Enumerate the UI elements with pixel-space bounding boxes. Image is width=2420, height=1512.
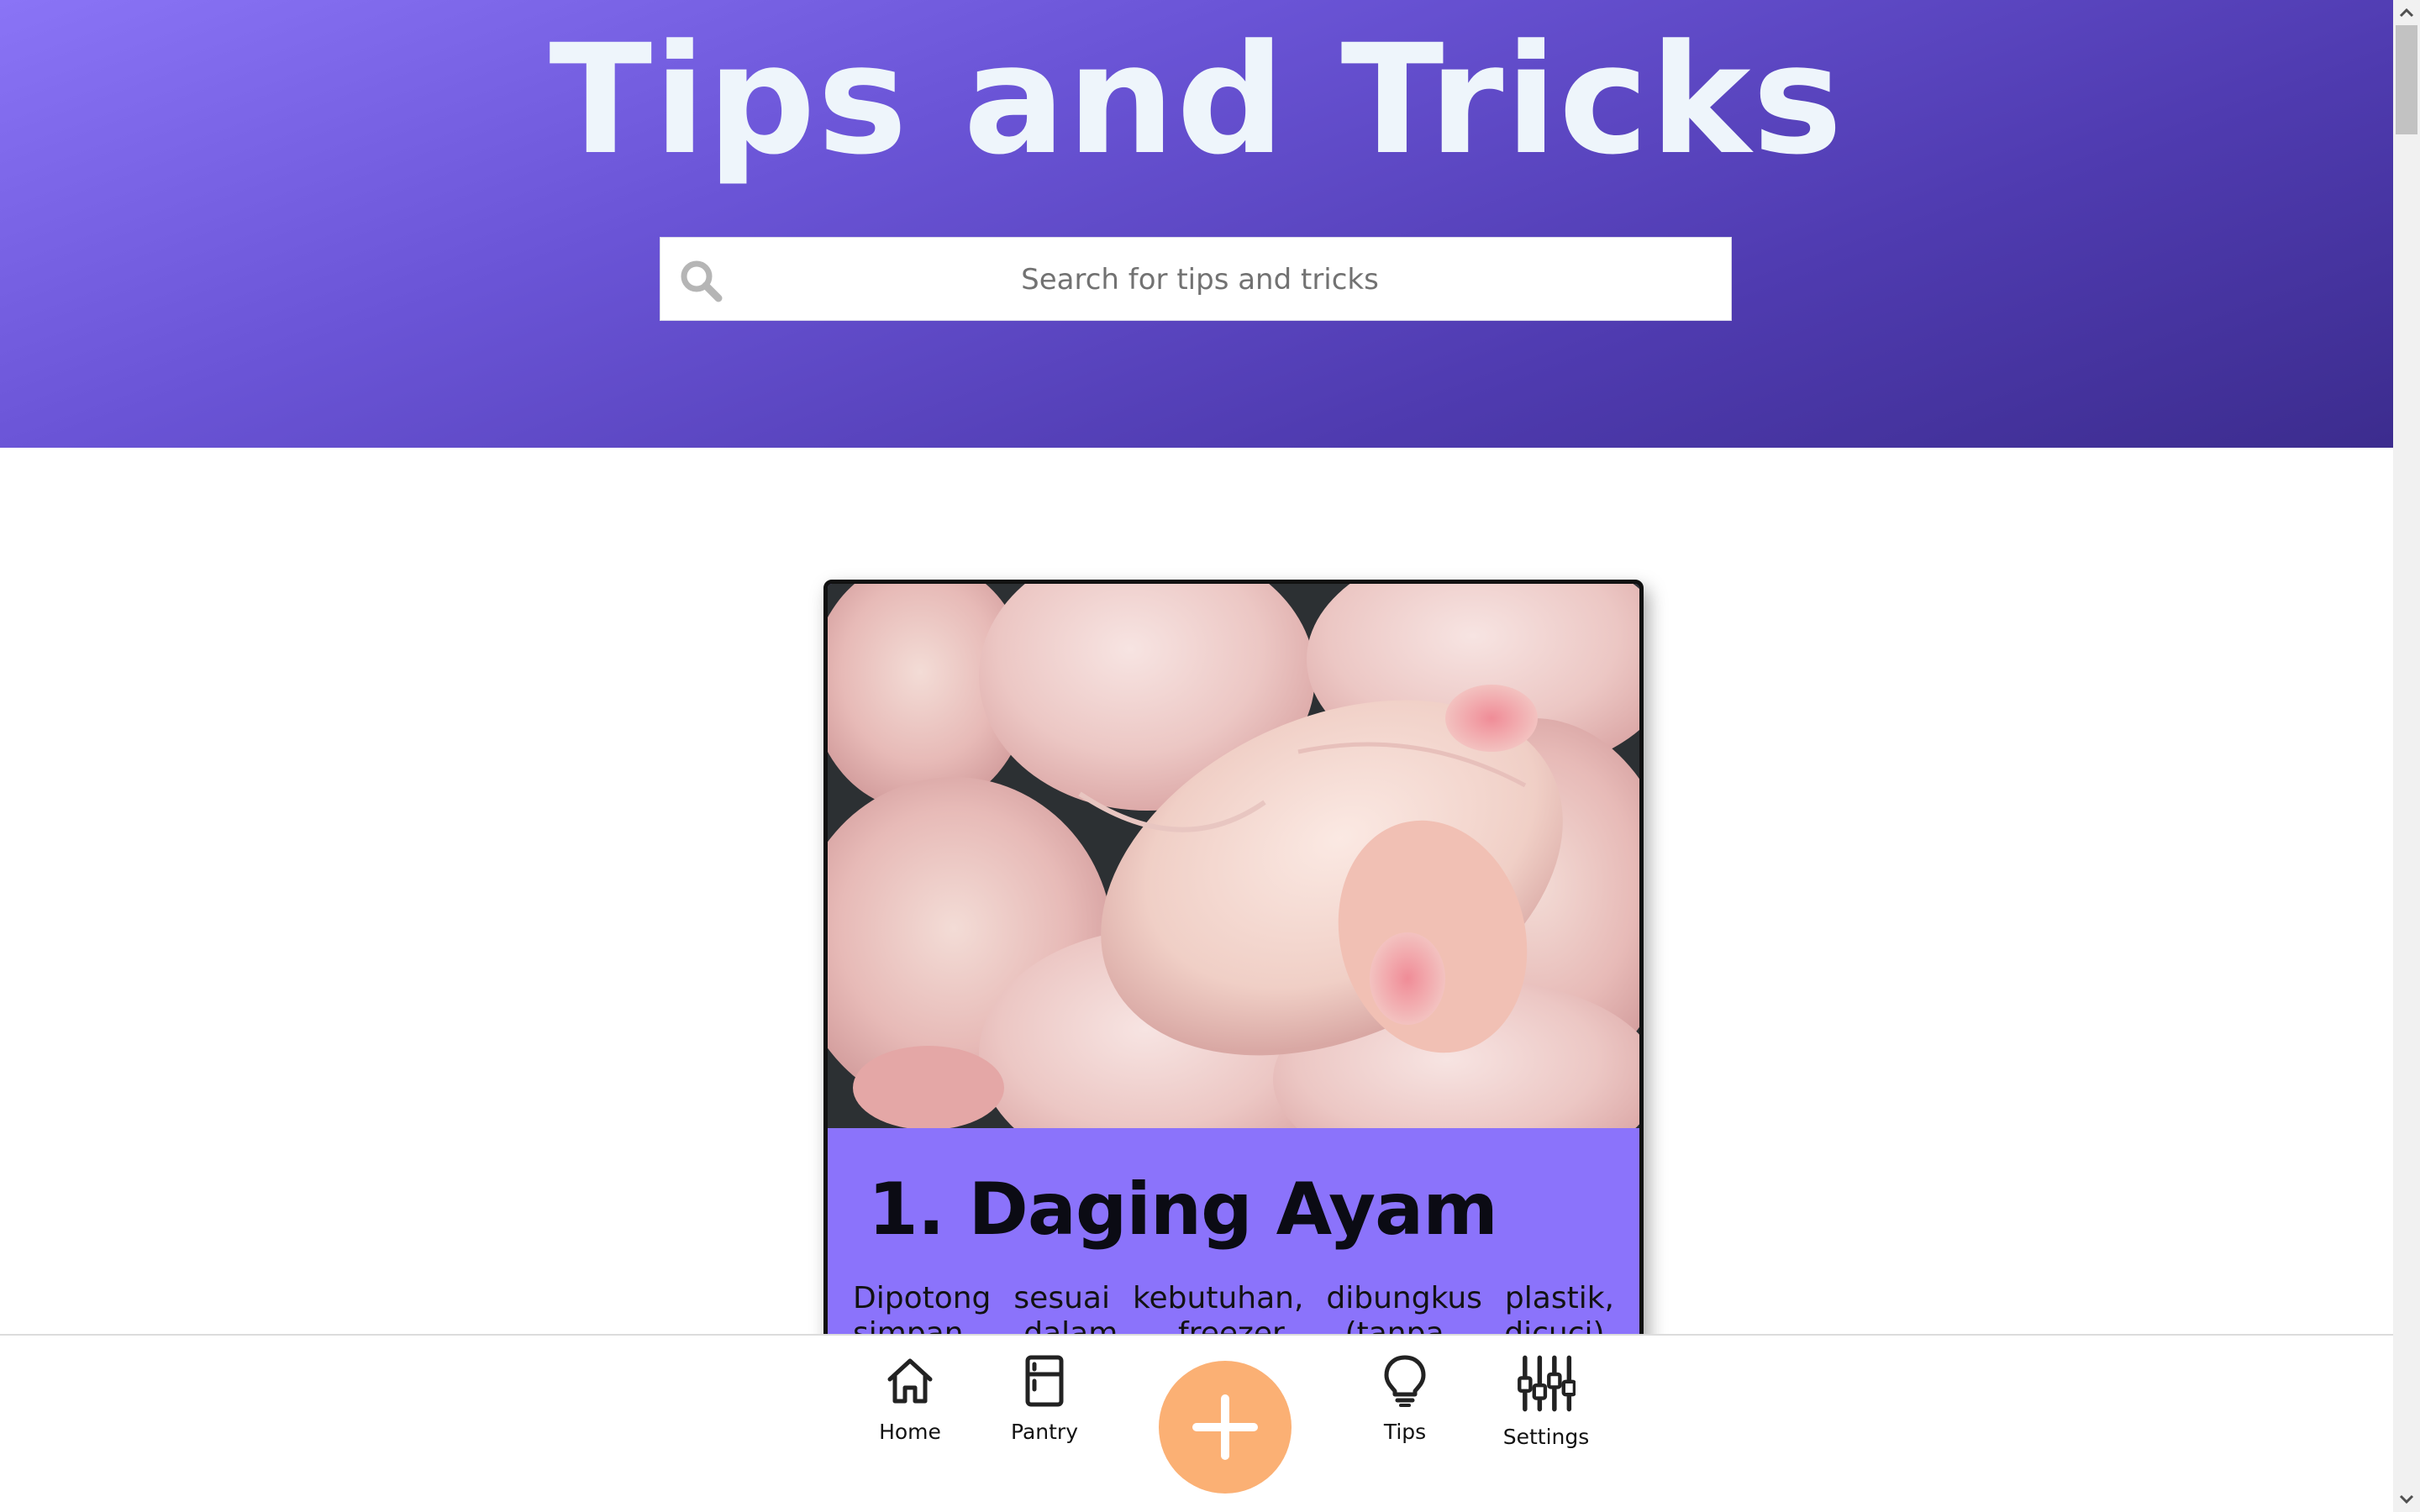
- search-icon: [681, 260, 723, 302]
- header-banner: Tips and Tricks: [0, 0, 2393, 448]
- page-title: Tips and Tricks: [549, 13, 1844, 188]
- nav-tips[interactable]: Tips: [1342, 1354, 1468, 1463]
- scroll-down-arrow-icon[interactable]: [2393, 1487, 2420, 1512]
- home-icon: [887, 1358, 933, 1404]
- scrollbar-thumb[interactable]: [2396, 25, 2417, 134]
- add-button[interactable]: [1159, 1361, 1292, 1494]
- bottom-navigation: Home Pantry Tips Settings: [0, 1334, 2393, 1512]
- lightbulb-icon: [1384, 1355, 1426, 1407]
- nav-settings-label: Settings: [1502, 1425, 1590, 1449]
- app-viewport: Tips and Tricks Search for tips and tric…: [0, 0, 2393, 1512]
- vertical-scrollbar[interactable]: [2393, 0, 2420, 1512]
- nav-home[interactable]: Home: [847, 1354, 973, 1463]
- nav-home-label: Home: [879, 1420, 941, 1444]
- search-bar[interactable]: [660, 237, 1732, 322]
- nav-pantry[interactable]: Pantry: [981, 1354, 1107, 1463]
- scroll-up-arrow-icon[interactable]: [2393, 0, 2420, 25]
- nav-pantry-label: Pantry: [1011, 1420, 1078, 1444]
- sliders-icon: [1518, 1355, 1576, 1412]
- plus-icon: [1192, 1394, 1258, 1460]
- page: Tips and Tricks Search for tips and tric…: [0, 0, 2420, 1512]
- search-input[interactable]: [736, 238, 1664, 322]
- fridge-icon: [1025, 1355, 1064, 1407]
- nav-tips-label: Tips: [1383, 1420, 1427, 1444]
- tip-image: [828, 584, 1639, 1128]
- tip-title: 1. Daging Ayam: [868, 1168, 1498, 1252]
- nav-settings[interactable]: Settings: [1483, 1354, 1609, 1463]
